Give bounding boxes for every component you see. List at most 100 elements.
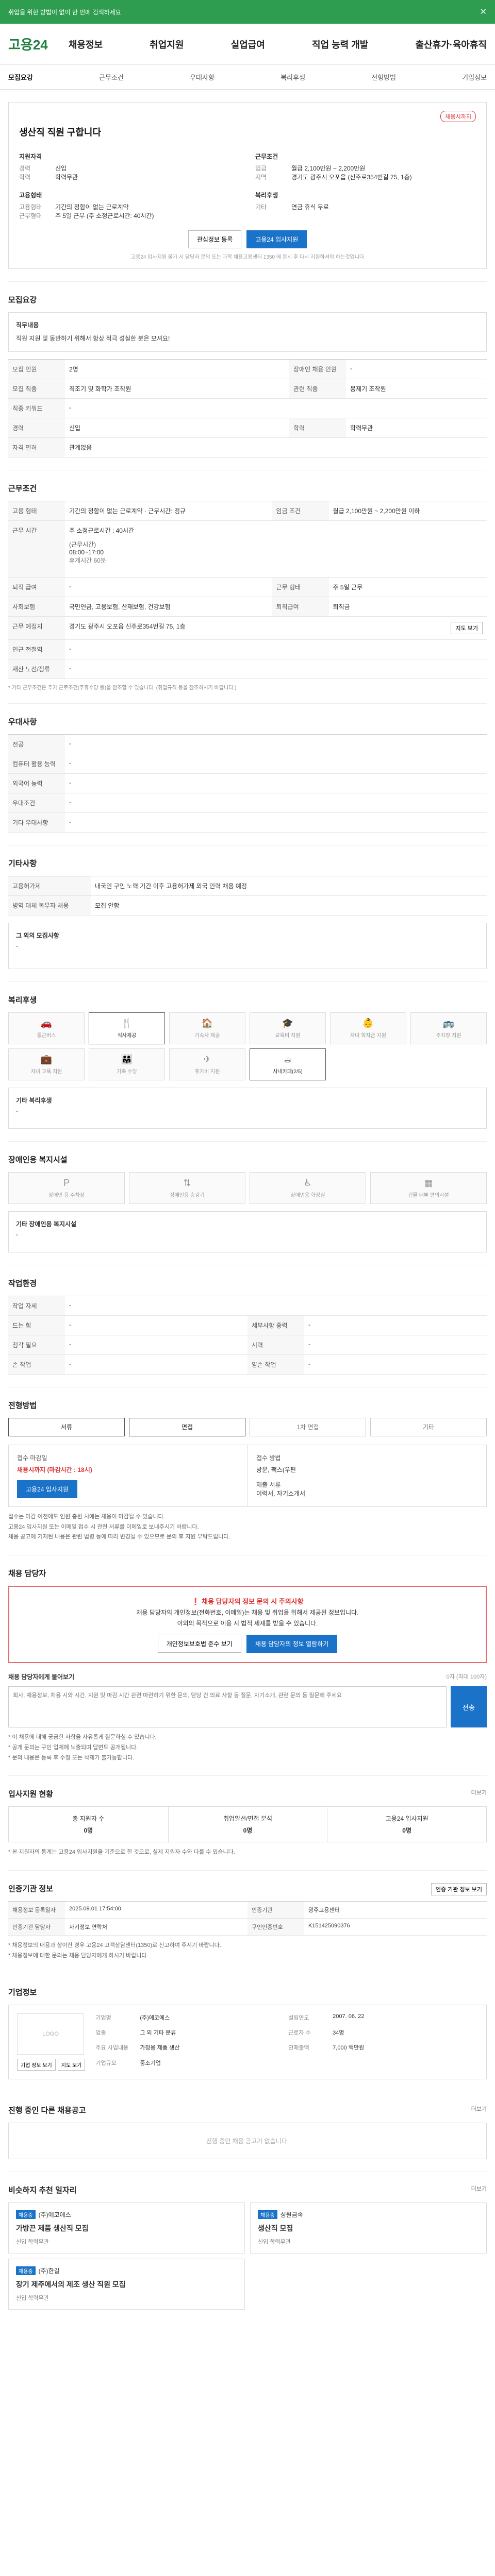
map-button[interactable]: 지도 보기 [451, 621, 483, 634]
welfare-icon: 💼 [40, 1054, 53, 1064]
welfare-extra-box: 기타 복리후생 - [8, 1087, 487, 1129]
welfare-icon: ✈ [203, 1054, 211, 1064]
summary-row: 경력 신입 [19, 165, 67, 172]
nav-item-training[interactable]: 직업 능력 개발 [312, 38, 368, 51]
table-row: 근무 시간 주 소정근로시간 : 40시간 (근무시간) 08:00~17:00… [8, 520, 487, 578]
section-title: 기타사항 [8, 859, 37, 868]
process-step: 면접 [129, 1417, 245, 1436]
table-row: 고용 형태 기간의 정함이 없는 근로계약 · 근무시간: 정규 임금 조건 월급 2… [8, 501, 487, 521]
privacy-law-button[interactable]: 개인정보보호법 준수 보기 [157, 1635, 241, 1653]
process-steps: 서류 면접 1차 면접 기타 [8, 1417, 487, 1436]
table-row: 외국어 능력 - [8, 773, 487, 793]
table-row: 드는 힘 - 세부사항 중력 - [8, 1315, 487, 1335]
section-title: 전형방법 [8, 1401, 37, 1410]
table-row: 모집 인원 2명 장애인 채용 인원 - [8, 359, 487, 379]
status-section: 입사지원 현황 더보기 총 지원자 수 0명 취업알선/면접 분석 0명 고용24 입… [8, 1776, 487, 1871]
welfare-icon: 🚗 [40, 1018, 53, 1028]
status-cell: 취업알선/면접 분석 0명 [168, 1807, 327, 1842]
nav-item-jobs[interactable]: 채용정보 [69, 38, 103, 51]
company-card: LOGO 기업 정보 보기 지도 보기 기업명 (주)에코에스 설립연도 2007. … [8, 2004, 487, 2079]
info-section: 인증기관 정보 인증 기관 정보 보기 채용정보 등록일자 2025.09.01 1… [8, 1871, 487, 1974]
info-button[interactable]: 인증 기관 정보 보기 [431, 1883, 487, 1896]
disability-grid: P 장애인 용 주차장 ⇅ 장애인용 승강기 ♿ 장애인용 화장실 ▦ 건물 내부 편의… [8, 1172, 487, 1204]
restroom-icon: ♿ 장애인용 화장실 [250, 1172, 366, 1204]
nav-item-unemployment[interactable]: 실업급여 [231, 38, 265, 51]
welfare-label: 휴가비 지원 [194, 1069, 220, 1075]
more-link[interactable]: 더보기 [471, 2105, 487, 2113]
site-header: 고용24 채용정보 취업지원 실업급여 직업 능력 개발 출산휴가·육아휴직 [0, 24, 495, 65]
welfare-grid: 🚗 통근버스 🍴 식사제공 🏠 기숙사 제공 🎓 교육비 지원 👶 자녀 학자금 지원 🚌 주차장 지… [8, 1012, 487, 1080]
welfare-icon: 🏠 [201, 1018, 213, 1028]
conditions-footnote: * 기타 근무조건은 추가 근로조건(주휴수당 등)을 참조할 수 있습니다. … [8, 685, 237, 691]
section-title: 장애인용 복지시설 [8, 1155, 68, 1164]
job-title: 생산직 직원 구합니다 [19, 127, 102, 138]
recruit-section: 모집요강 직무내용 직원 지원 및 동반하기 위해서 항상 적극 성실한 분은 … [8, 282, 487, 470]
question-input[interactable] [8, 1686, 447, 1728]
section-title: 채용 담당자 [8, 1569, 46, 1579]
status-cell: 총 지원자 수 0명 [72, 1815, 105, 1835]
nav-item-leave[interactable]: 출산휴가·육아휴직 [416, 38, 487, 51]
more-link[interactable]: 더보기 [471, 1788, 487, 1797]
status-grid: 총 지원자 수 0명 취업알선/면접 분석 0명 고용24 입사지원 0명 [8, 1806, 487, 1843]
tab-conditions[interactable]: 근무조건 [99, 72, 124, 82]
table-row: 재산 노선/정류 - [8, 659, 487, 679]
section-title: 인증기관 정보 [8, 1885, 53, 1894]
section-title: 작업환경 [8, 1279, 37, 1288]
welfare-item: 🚌 주차장 지원 [410, 1012, 487, 1044]
section-title: 우대사항 [8, 717, 37, 726]
prefer-section: 우대사항 전공 - 컴퓨터 활용 능력 - 외국어 능력 - 우대조건 - 기타 우대사… [8, 704, 487, 845]
table-row: 전공 - [8, 734, 487, 754]
tab-process[interactable]: 전형방법 [371, 72, 396, 82]
deadline-text: 채용시까지 (마감시간 : 18시) [17, 1466, 92, 1473]
table-row: 인근 전철역 - [8, 639, 487, 659]
status-note: * 본 지원자의 통계는 고용24 입사지원을 기준으로 한 것으로, 실제 지… [8, 1849, 235, 1856]
table-row: 고용허가제 내국인 구인 노력 기간 이후 고용허가제 외국 인력 채용 예정 [8, 876, 487, 896]
site-logo[interactable]: 고용24 [8, 35, 48, 54]
company-map-button[interactable]: 지도 보기 [57, 2058, 86, 2071]
summary-row: 학력 학력무관 [19, 174, 78, 181]
welfare-label: 사내카페(2/5) [273, 1069, 303, 1075]
similar-job-card[interactable]: 채용중 (주)한길 장기 제주에서의 제조 생산 직원 모집 신입 학력무관 [8, 2258, 245, 2310]
apply-note: 고용24 입사지원 불가 시 담당자 문의 또는 과학 채용고용센터 1350 … [130, 255, 365, 260]
other-table: 고용허가제 내국인 구인 노력 기간 이후 고용허가제 외국 인력 채용 예정 병… [8, 875, 487, 916]
empty-state: 진행 중인 채용 공고가 없습니다. [8, 2122, 487, 2159]
nav-item-support[interactable]: 취업지원 [150, 38, 184, 51]
send-button[interactable]: 전송 [451, 1686, 487, 1728]
close-icon[interactable]: ✕ [480, 7, 487, 17]
table-row: 컴퓨터 활용 능력 - [8, 754, 487, 774]
tab-recruit[interactable]: 모집요강 [8, 72, 33, 82]
qna-label: 채용 담당자에게 물어보기 [8, 1673, 75, 1681]
welfare-label: 교육비 지원 [275, 1032, 301, 1039]
tab-welfare[interactable]: 복리후생 [280, 72, 305, 82]
tab-company[interactable]: 기업정보 [462, 72, 487, 82]
info-notes: * 채용정보의 내용과 상이한 경우 고용24 고객상담센터(1350)로 신고… [8, 1942, 221, 1959]
building-icon: ▦ 건물 내부 편의시설 [370, 1172, 487, 1204]
employment-type-title: 고용형태 [19, 192, 42, 199]
view-contact-button[interactable]: 채용 담당자의 정보 열람하기 [246, 1635, 338, 1653]
apply-button-2[interactable]: 고용24 입사지원 [17, 1480, 77, 1498]
section-title: 모집요강 [8, 296, 37, 304]
apply-button[interactable]: 고용24 입사지원 [246, 230, 307, 248]
company-info-button[interactable]: 기업 정보 보기 [17, 2058, 56, 2071]
table-row: 청각 필요 - 시력 - [8, 1335, 487, 1355]
manager-section: 채용 담당자 ❗ 채용 담당자의 정보 문의 시 주의사항 채용 담당자의 개인… [8, 1555, 487, 1776]
summary-row: 임금 월급 2,100만원 ~ 2,200만원 [255, 165, 366, 172]
section-title: 복리후생 [8, 995, 37, 1005]
welfare-item: ☕ 사내카페(2/5) [250, 1048, 326, 1080]
similar-job-card[interactable]: 채용중 (주)에코에스 가방끈 제품 생산직 모집 신입 학력무관 [8, 2202, 245, 2253]
section-title: 입사지원 현황 [8, 1790, 53, 1799]
welfare-label: 자녀 교육 지원 [30, 1069, 62, 1075]
main-nav: 채용정보 취업지원 실업급여 직업 능력 개발 출산휴가·육아휴직 [69, 38, 487, 51]
tab-prefer[interactable]: 우대사항 [190, 72, 214, 82]
recruit-table: 모집 인원 2명 장애인 채용 인원 - 모집 직종 직조기 및 화학가 조작원 관련 직… [8, 359, 487, 457]
table-row: 작업 자세 - [8, 1296, 487, 1316]
save-interest-button[interactable]: 관심정보 등록 [188, 230, 242, 248]
summary-row: 근무형태 주 5일 근무 (주 소정근로시간: 40시간) [19, 212, 154, 219]
job-summary: 채용시까지 생산직 직원 구합니다 지원자격 경력 신입 학력 학력무관 근무조건 … [8, 90, 487, 282]
more-link[interactable]: 더보기 [471, 2184, 487, 2193]
status-cell: 고용24 입사지원 0명 [327, 1807, 486, 1842]
similar-section: 비슷하지 추천 일자리 더보기 채용중 (주)에코에스 가방끈 제품 생산직 모집 … [8, 2172, 487, 2322]
table-row: 근무 예정지 경기도 광주시 오포읍 신주로354번길 75, 1층 지도 보기 [8, 616, 487, 640]
similar-job-card[interactable]: 채용중 성원금속 생산직 모집 신입 학력무관 [250, 2202, 487, 2253]
table-row: 직종 키워드 - [8, 398, 487, 418]
